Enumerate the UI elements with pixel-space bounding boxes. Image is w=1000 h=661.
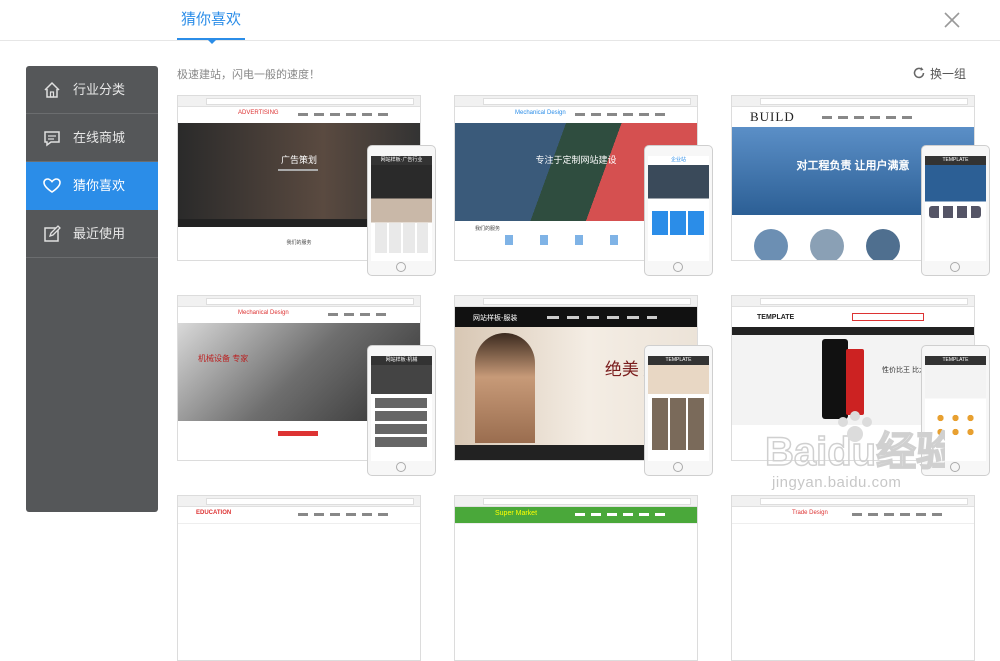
mobile-preview-title: 企业站 [648,156,709,165]
sidebar-item-recent[interactable]: 最近使用 [26,210,158,258]
sidebar-item-label: 猜你喜欢 [73,178,126,193]
mobile-preview: 企业站 [644,145,713,276]
mobile-preview-title: 网站样板·机械 [371,356,432,365]
tab-guess-you-like[interactable]: 猜你喜欢 [177,0,245,40]
sidebar-item-industry[interactable]: 行业分类 [26,66,158,114]
template-preview: EDUCATION [178,507,420,660]
heart-icon [43,178,61,193]
sidebar-item-guess[interactable]: 猜你喜欢 [26,162,158,210]
mobile-preview: TEMPLATE [644,345,713,476]
watermark-url: jingyan.baidu.com [772,474,902,491]
mobile-preview: 网站样板·广告行业 [367,145,436,276]
mobile-preview: 网站样板·机械 [367,345,436,476]
sidebar: 行业分类 在线商城 猜你喜欢 最近使用 [26,66,158,512]
home-icon [44,81,60,98]
template-preview: Super Market [455,507,697,660]
slogan-text: 极速建站，闪电一般的速度！ [177,69,320,81]
sidebar-item-label: 行业分类 [73,82,126,97]
close-icon[interactable] [938,6,966,34]
mobile-preview-title: 网站样板·广告行业 [371,156,432,165]
template-logo: TEMPLATE [757,314,795,321]
top-tab-bar: 猜你喜欢 [0,0,1000,44]
mobile-preview: TEMPLATE [921,145,990,276]
sidebar-item-label: 最近使用 [73,226,126,241]
template-logo: Mechanical Design [515,110,566,116]
refresh-icon [913,67,925,79]
browser-chrome [732,296,974,307]
template-logo: Trade Design [792,510,828,516]
browser-chrome [178,96,420,107]
browser-chrome [178,296,420,307]
template-logo: BUILD [750,109,795,124]
edit-icon [44,225,61,242]
browser-chrome [455,96,697,107]
template-logo: Mechanical Design [238,310,289,316]
refresh-label: 换一组 [930,67,967,81]
mobile-preview-title: TEMPLATE [925,356,986,365]
sidebar-item-shop[interactable]: 在线商城 [26,114,158,162]
shop-icon [44,131,60,147]
browser-chrome [732,496,974,507]
mobile-preview-title: TEMPLATE [925,156,986,165]
template-preview: Trade Design [732,507,974,660]
browser-chrome [455,296,697,307]
template-logo: EDUCATION [196,510,232,516]
sidebar-item-label: 在线商城 [73,130,126,145]
tab-active-caret [208,40,216,44]
template-logo: Super Market [495,510,538,517]
browser-chrome [455,496,697,507]
mobile-preview-title: TEMPLATE [648,356,709,365]
template-logo: ADVERTISING [238,110,279,116]
browser-chrome [178,496,420,507]
mobile-preview: TEMPLATE [921,345,990,476]
browser-chrome [732,96,974,107]
template-logo: 网站样板-服装 [473,315,518,322]
